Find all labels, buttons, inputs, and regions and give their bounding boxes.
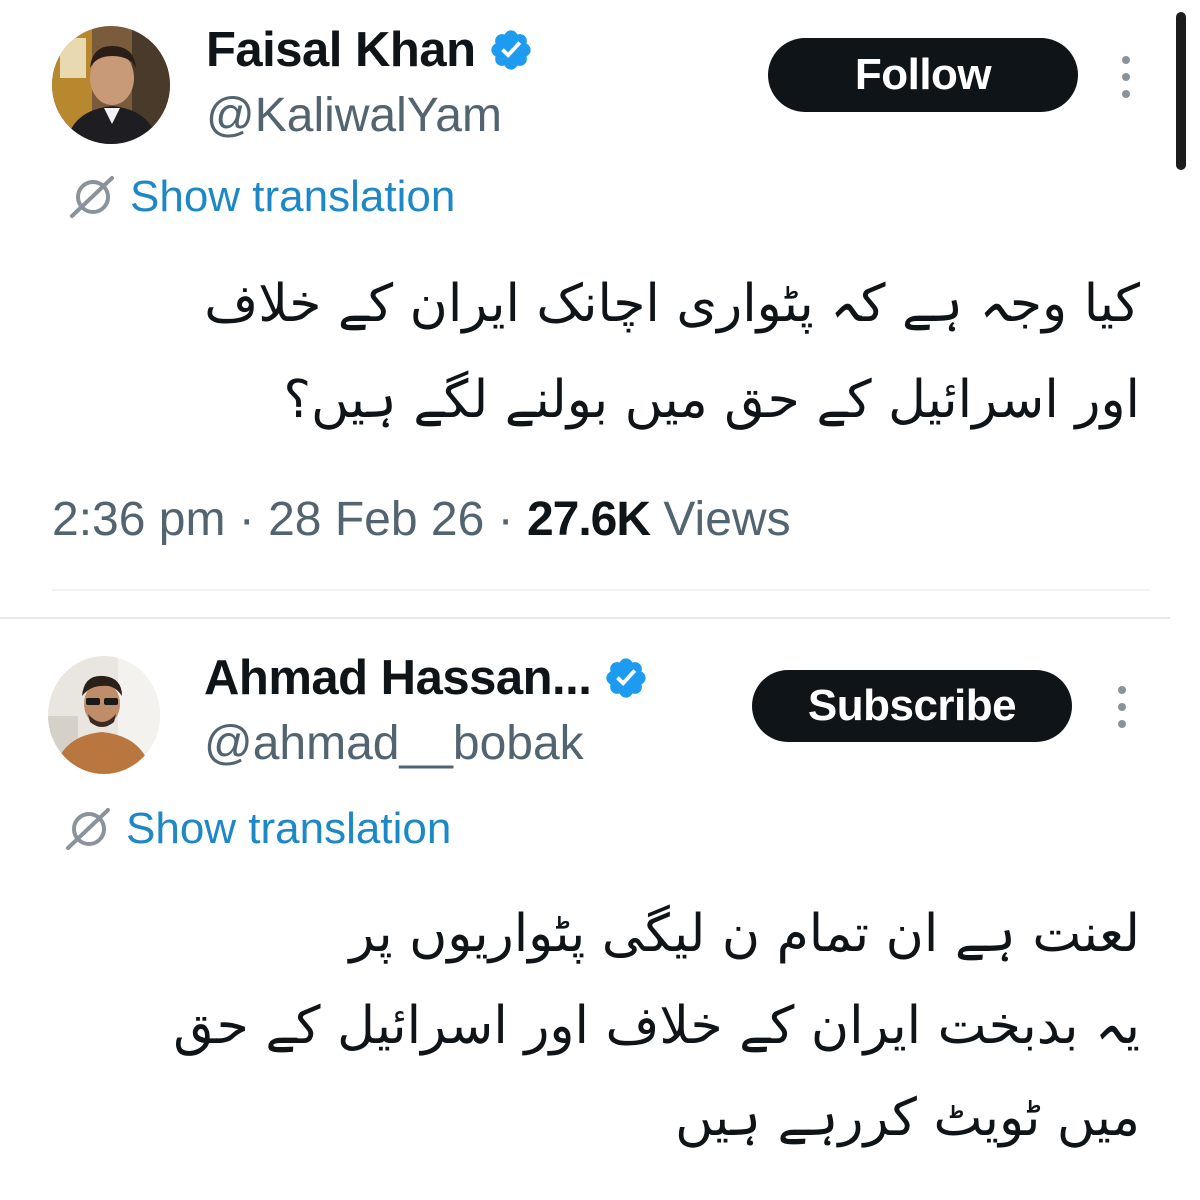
tweet-body-line: میں ٹویٹ کررہے ہیں [675, 1088, 1140, 1148]
tweet-body-line: کیا وجہ ہے کہ پٹواری اچانک ایران کے خلاف [204, 274, 1140, 334]
author-handle[interactable]: @KaliwalYam [206, 88, 502, 143]
verified-badge-icon [490, 30, 531, 70]
tweet-body-line: اور اسرائیل کے حق میں بولنے لگے ہیں؟ [283, 370, 1140, 430]
tweet-time[interactable]: 2:36 pm [52, 493, 225, 546]
meta-separator: · [497, 493, 514, 546]
scrollbar-thumb[interactable] [1176, 12, 1186, 170]
tweet-separator [0, 617, 1170, 619]
tweet-body: کیا وجہ ہے کہ پٹواری اچانک ایران کے خلاف… [204, 256, 1140, 448]
views-label: Views [663, 493, 791, 546]
avatar[interactable] [52, 26, 170, 144]
tweet-meta: 2:36 pm · 28 Feb 26 · 27.6K Views [52, 492, 791, 547]
tweet-date[interactable]: 28 Feb 26 [268, 493, 484, 546]
divider [52, 589, 1150, 591]
translate-icon [66, 808, 110, 850]
views-count: 27.6K [526, 493, 651, 546]
author-handle[interactable]: @ahmad__bobak [204, 716, 584, 771]
avatar-image [52, 26, 170, 144]
tweet-body-line: لعنت ہے ان تمام ن لیگی پٹواریوں پر [349, 904, 1140, 964]
more-vertical-icon[interactable] [1112, 686, 1132, 728]
tweet[interactable]: Faisal Khan @KaliwalYam Follow Show tran… [0, 0, 1170, 592]
verified-badge-icon [606, 658, 647, 698]
tweet[interactable]: Ahmad Hassan... @ahmad__bobak Subscribe … [0, 628, 1170, 1200]
tweet-body: لعنت ہے ان تمام ن لیگی پٹواریوں پر یہ بد… [173, 888, 1140, 1164]
author-name[interactable]: Faisal Khan [206, 22, 476, 78]
translate-label: Show translation [126, 804, 452, 853]
translate-icon [70, 176, 114, 218]
subscribe-button[interactable]: Subscribe [752, 670, 1072, 742]
tweet-body-line: یہ بدبخت ایران کے خلاف اور اسرائیل کے حق [173, 996, 1140, 1056]
avatar[interactable] [48, 656, 160, 774]
translate-label: Show translation [130, 172, 456, 221]
meta-separator: · [238, 493, 255, 546]
avatar-image [48, 656, 160, 774]
show-translation-link[interactable]: Show translation [62, 804, 451, 854]
show-translation-link[interactable]: Show translation [66, 172, 455, 222]
more-vertical-icon[interactable] [1116, 56, 1136, 98]
follow-button[interactable]: Follow [768, 38, 1078, 112]
scrollbar[interactable] [1170, 0, 1200, 1200]
author-name[interactable]: Ahmad Hassan... [204, 650, 592, 706]
